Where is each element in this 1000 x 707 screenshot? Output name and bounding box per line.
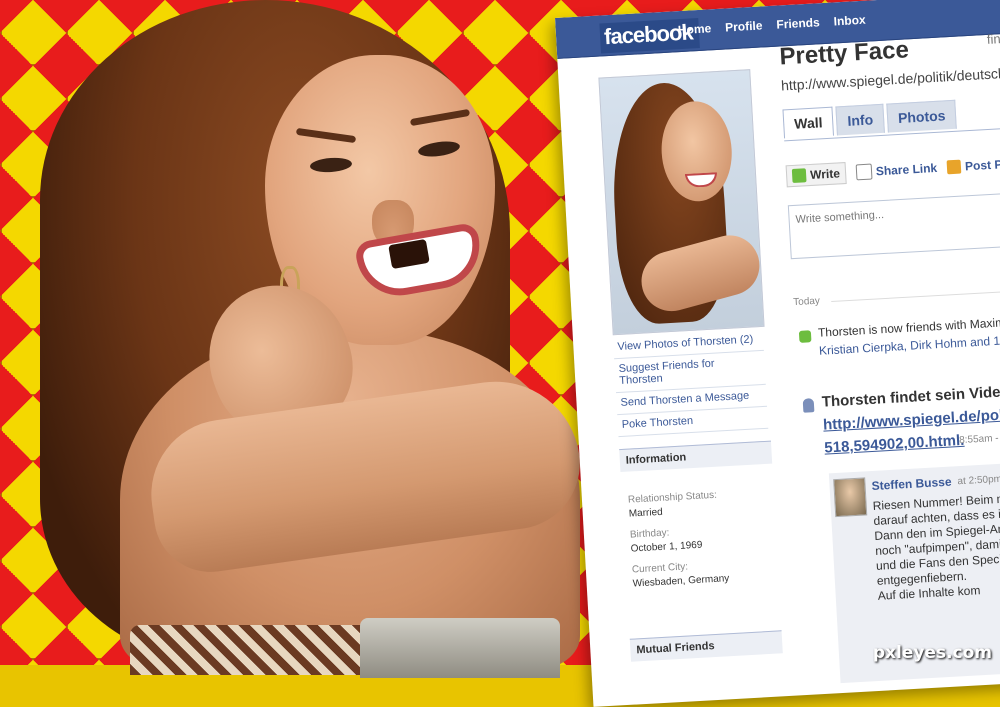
post-title: Thorsten findet sein Videodi xyxy=(821,382,1000,411)
nav-friends[interactable]: Friends xyxy=(776,15,820,31)
sidebar-links: View Photos of Thorsten (2) Suggest Frie… xyxy=(612,328,769,438)
nav-profile[interactable]: Profile xyxy=(725,18,763,34)
post-link-line-2[interactable]: 518,594902,00.html. xyxy=(824,432,965,457)
facebook-profile-panel: facebook Home Profile Friends Inbox Pret… xyxy=(555,0,1000,707)
profile-picture[interactable] xyxy=(598,69,765,336)
post-photo-button[interactable]: Post Photo xyxy=(946,155,1000,175)
comment-text: Riesen Nummer! Beim nächsten darauf acht… xyxy=(872,489,1000,603)
share-link-button[interactable]: Share Link xyxy=(855,160,938,181)
tab-info[interactable]: Info xyxy=(835,103,885,136)
post-meta: 8:55am - 1 C xyxy=(958,432,1000,447)
today-label: Today xyxy=(792,295,821,309)
information-header: Information xyxy=(619,440,773,473)
commenter-name[interactable]: Steffen Busse xyxy=(871,475,952,493)
write-something-placeholder: Write something... xyxy=(795,208,885,226)
friendship-story: Thorsten is now friends with Maximilia K… xyxy=(818,312,1000,358)
find-link[interactable]: find xyxy=(986,31,1000,47)
tab-photos[interactable]: Photos xyxy=(886,99,958,133)
share-link-label: Share Link xyxy=(875,160,938,179)
information-section: Relationship Status: Married Birthday: O… xyxy=(627,477,773,590)
write-icon xyxy=(791,168,807,183)
nav-home[interactable]: Home xyxy=(677,21,711,37)
camera-icon xyxy=(946,159,962,175)
today-divider xyxy=(831,289,1000,303)
friends-icon xyxy=(798,330,812,343)
commenter-avatar[interactable] xyxy=(833,477,868,518)
smiling-woman-photo xyxy=(0,0,620,678)
top-nav: Home Profile Friends Inbox xyxy=(677,13,866,37)
person-icon xyxy=(802,398,815,413)
wooden-post xyxy=(360,618,560,678)
profile-name: Pretty Face xyxy=(778,36,910,71)
write-label: Write xyxy=(809,166,841,182)
nav-inbox[interactable]: Inbox xyxy=(833,13,866,29)
comment-meta: at 2:50pm December xyxy=(957,471,1000,488)
write-button[interactable]: Write xyxy=(785,162,847,188)
post-link-line-1[interactable]: http://www.spiegel.de/politik xyxy=(823,405,1000,433)
patterned-dress xyxy=(130,625,390,675)
watermark: pxleyes.com xyxy=(872,643,992,663)
mutual-friends-header: Mutual Friends xyxy=(629,630,783,662)
write-something-input[interactable]: Write something... xyxy=(787,191,1000,260)
publisher-actions: Write Share Link Post Photo xyxy=(785,152,1000,188)
post-photo-label: Post Photo xyxy=(964,155,1000,174)
share-link-icon xyxy=(855,163,873,181)
tab-wall[interactable]: Wall xyxy=(782,106,835,139)
